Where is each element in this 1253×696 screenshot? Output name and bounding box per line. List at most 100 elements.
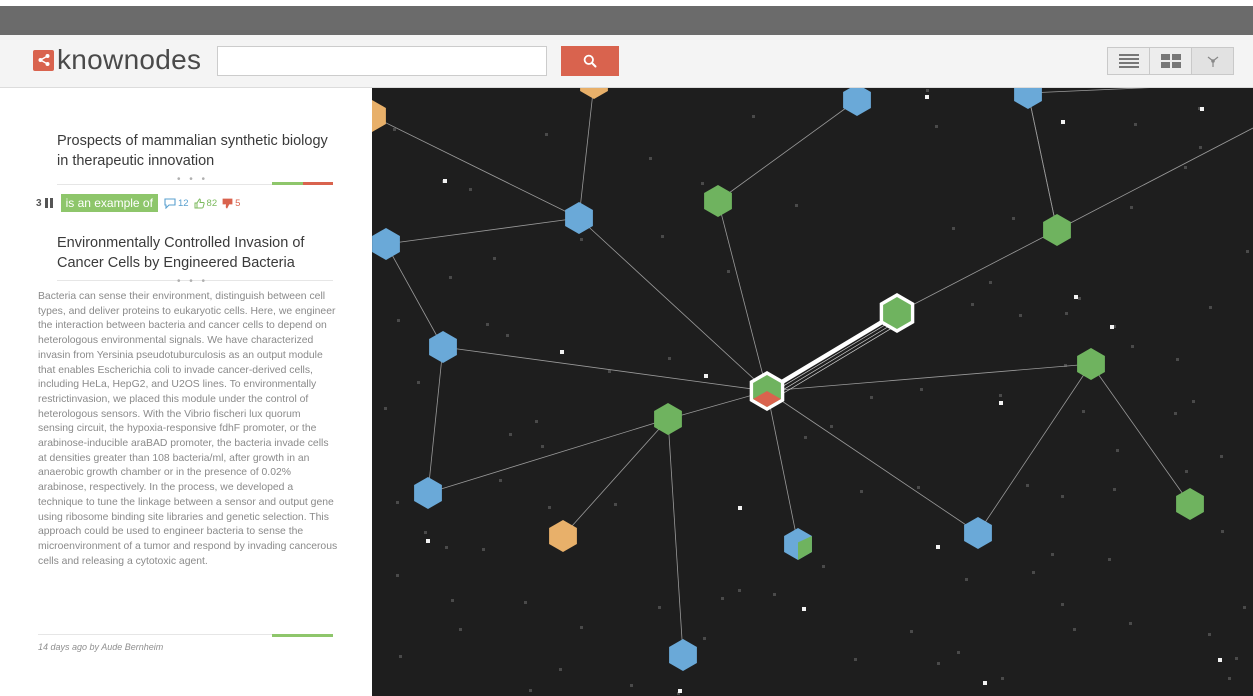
background-particle [630,684,633,687]
comment-icon [164,197,176,209]
background-particle [1129,622,1132,625]
graph-edge[interactable] [896,229,1058,314]
background-particle [989,281,992,284]
background-particle [860,490,863,493]
background-particle [738,589,741,592]
background-particle [1116,449,1119,452]
background-particle [1199,146,1202,149]
graph-node[interactable] [372,100,386,132]
graph-edge[interactable] [427,346,444,494]
background-particle [499,479,502,482]
selected-connection[interactable] [765,311,899,393]
knowledge-graph-canvas[interactable] [372,88,1253,696]
background-particle [393,128,396,131]
graph-node[interactable] [1176,488,1204,520]
background-particle [1209,306,1212,309]
graph-edge[interactable] [717,200,768,392]
graph-node[interactable] [372,228,400,260]
connection-row: 3 is an example of 12 82 5 [36,194,245,212]
graph-edge[interactable] [385,217,580,245]
search-input[interactable] [217,46,547,76]
graph-node[interactable] [580,88,608,99]
background-particle [580,626,583,629]
graph-edge[interactable] [578,217,768,392]
graph-edge[interactable] [442,346,768,392]
list-view-button[interactable] [1107,47,1150,75]
graph-edge[interactable] [766,390,979,534]
background-particle [1192,400,1195,403]
graph-view-button[interactable] [1191,47,1234,75]
background-particle-bright [704,374,708,378]
graph-edge[interactable] [1027,88,1253,94]
comments-count[interactable]: 12 [164,198,189,209]
graph-node[interactable] [704,185,732,217]
background-particle [1001,677,1004,680]
background-particle [469,188,472,191]
background-particle [935,125,938,128]
dislikes-value: 5 [235,197,241,209]
background-particle [917,486,920,489]
background-particle [1208,633,1211,636]
background-particle [545,133,548,136]
background-particle-bright [925,95,929,99]
graph-node[interactable] [429,331,457,363]
node-meta: 14 days ago by Aude Bernheim [38,642,164,652]
graph-edge[interactable] [1090,363,1191,505]
graph-edge[interactable] [427,418,669,494]
background-particle [449,276,452,279]
dislikes-count[interactable]: 5 [222,198,240,209]
graph-edge[interactable] [372,115,580,219]
background-particle-bright [738,506,742,510]
background-particle [1051,553,1054,556]
graph-node[interactable] [964,517,992,549]
graph-edge[interactable] [562,418,669,537]
graph-edge[interactable] [1027,92,1058,231]
background-particle [668,357,671,360]
graph-edge[interactable] [1056,127,1253,231]
background-particle [1026,484,1029,487]
graph-edge[interactable] [667,418,684,656]
graph-edge[interactable] [766,390,799,545]
graph-edge[interactable] [766,363,1092,392]
background-particle [1185,470,1188,473]
likes-count[interactable]: 82 [194,198,217,209]
target-node-title[interactable]: Environmentally Controlled Invasion of C… [57,233,337,273]
graph-node[interactable] [843,88,871,116]
graph-edge[interactable] [717,99,858,202]
graph-edge[interactable] [385,243,444,348]
background-particle-bright [936,545,940,549]
logo[interactable]: knownodes [33,45,201,75]
background-particle [830,425,833,428]
connection-type-badge[interactable]: is an example of [60,194,158,212]
background-particle [870,396,873,399]
background-particle [580,238,583,241]
graph-node[interactable] [414,477,442,509]
graph-edge[interactable] [977,363,1092,534]
search-button[interactable] [561,46,619,76]
selected-connection-strand [771,321,903,401]
background-particle [1243,606,1246,609]
background-particle [535,420,538,423]
source-node-title[interactable]: Prospects of mammalian synthetic biology… [57,131,337,171]
background-particle [1032,571,1035,574]
graph-node[interactable] [1014,88,1042,109]
background-particle [649,157,652,160]
background-particle-bright [426,539,430,543]
background-particle [1228,677,1231,680]
share-icon [33,49,54,71]
background-particle [822,565,825,568]
background-particle [524,601,527,604]
background-particle [548,506,551,509]
graph-node[interactable] [565,202,593,234]
background-particle [1113,488,1116,491]
background-particle [727,270,730,273]
background-particle-bright [1200,107,1204,111]
background-particle [1220,455,1223,458]
graph-node[interactable] [1077,348,1105,380]
background-particle-bright [1110,325,1114,329]
grid-view-button[interactable] [1149,47,1192,75]
background-particle [417,381,420,384]
graph-node[interactable] [1043,214,1071,246]
graph-node[interactable] [669,639,697,671]
graph-edge[interactable] [578,88,594,219]
